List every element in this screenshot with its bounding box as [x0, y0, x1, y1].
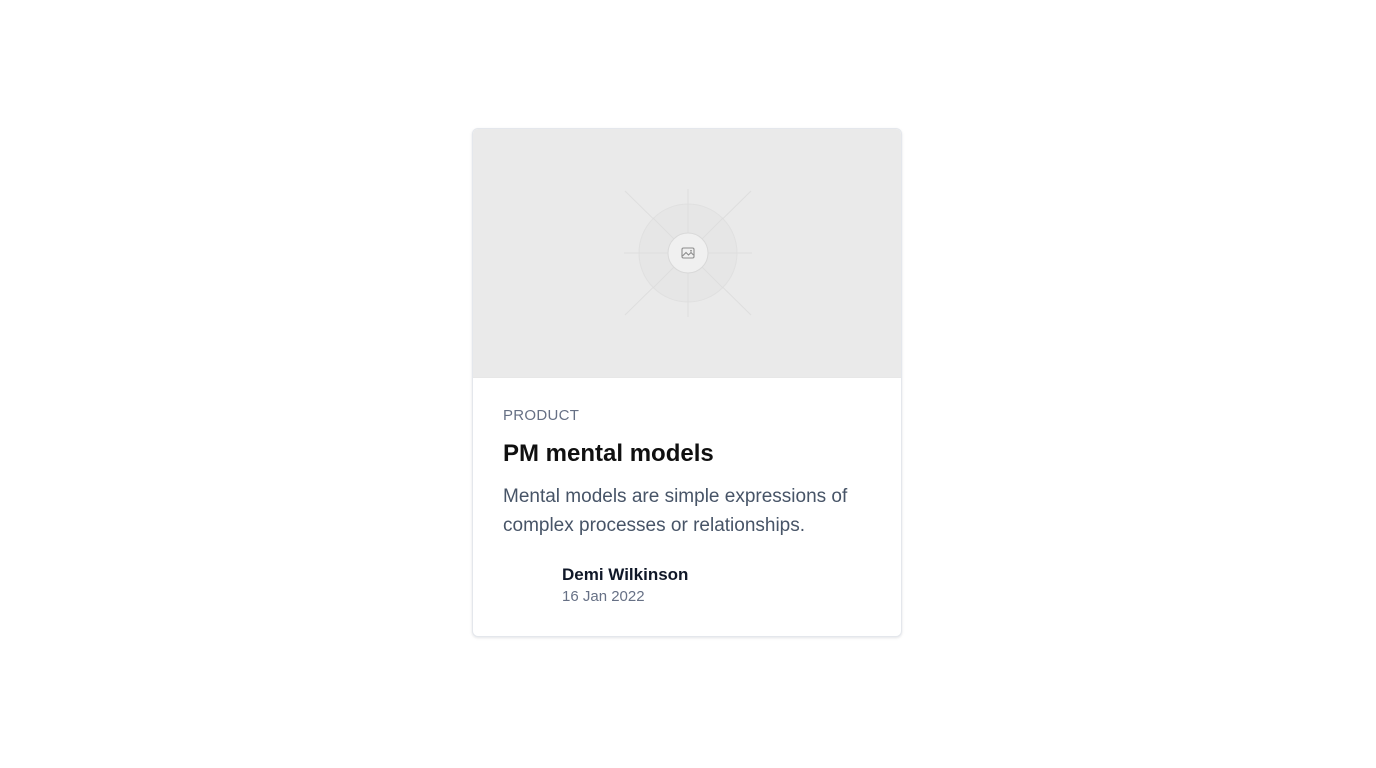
card-image-placeholder	[473, 129, 901, 378]
post-title[interactable]: PM mental models	[503, 439, 871, 469]
blog-post-card[interactable]: PRODUCT PM mental models Mental models a…	[472, 128, 902, 637]
avatar	[503, 564, 547, 608]
author-name: Demi Wilkinson	[562, 565, 689, 584]
card-body: PRODUCT PM mental models Mental models a…	[473, 378, 901, 608]
post-category: PRODUCT	[503, 407, 580, 424]
image-placeholder-graphic	[624, 189, 752, 317]
post-description: Mental models are simple expressions of …	[503, 486, 848, 536]
post-date: 16 Jan 2022	[562, 588, 645, 605]
post-author: Demi Wilkinson 16 Jan 2022	[503, 564, 871, 608]
